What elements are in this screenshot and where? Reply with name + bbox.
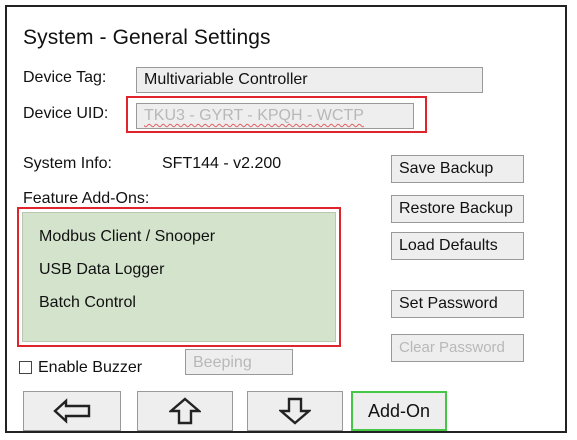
feature-addons-label: Feature Add-Ons: <box>23 190 150 207</box>
device-tag-label: Device Tag: <box>23 69 107 86</box>
enable-buzzer-checkbox[interactable] <box>19 361 32 374</box>
addon-item-usb-logger[interactable]: USB Data Logger <box>39 261 164 279</box>
beeping-button: Beeping <box>185 349 293 375</box>
general-settings-panel: System - General Settings Device Tag: Mu… <box>5 5 567 433</box>
page-title: System - General Settings <box>23 26 271 49</box>
system-info-value: SFT144 - v2.200 <box>162 155 282 172</box>
system-info-label: System Info: <box>23 155 112 172</box>
addon-item-modbus[interactable]: Modbus Client / Snooper <box>39 228 215 246</box>
load-defaults-button[interactable]: Load Defaults <box>391 232 524 260</box>
feature-addons-list[interactable]: Modbus Client / Snooper USB Data Logger … <box>22 212 336 342</box>
nav-down-button[interactable] <box>247 391 343 431</box>
device-tag-field[interactable]: Multivariable Controller <box>136 67 483 93</box>
set-password-button[interactable]: Set Password <box>391 290 524 318</box>
device-uid-highlight <box>126 96 427 133</box>
addon-item-batch-control[interactable]: Batch Control <box>39 294 136 312</box>
nav-up-button[interactable] <box>137 391 233 431</box>
device-uid-label: Device UID: <box>23 105 109 122</box>
arrow-down-icon <box>279 397 311 425</box>
clear-password-button: Clear Password <box>391 334 524 362</box>
arrow-up-icon <box>169 397 201 425</box>
addon-button[interactable]: Add-On <box>351 391 447 431</box>
nav-left-button[interactable] <box>23 391 121 431</box>
arrow-left-icon <box>53 398 91 424</box>
restore-backup-button[interactable]: Restore Backup <box>391 195 524 223</box>
enable-buzzer-label: Enable Buzzer <box>38 359 143 376</box>
save-backup-button[interactable]: Save Backup <box>391 155 524 183</box>
